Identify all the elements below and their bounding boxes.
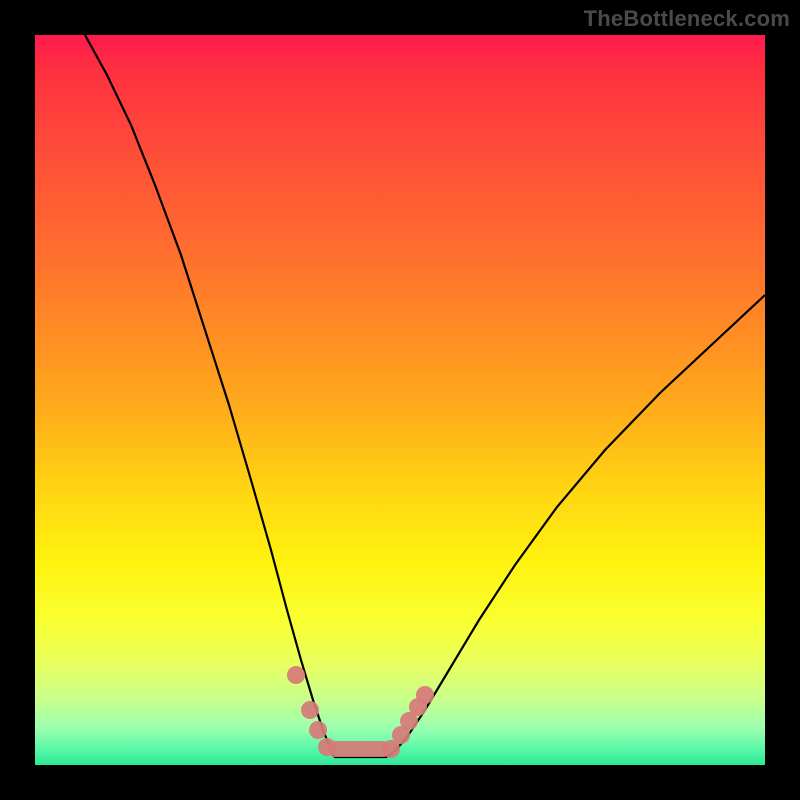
plot-area bbox=[35, 35, 765, 765]
marker-dot-8 bbox=[416, 686, 434, 704]
watermark-text: TheBottleneck.com bbox=[584, 6, 790, 32]
curve-left bbox=[85, 35, 334, 757]
marker-dot-0 bbox=[287, 666, 305, 684]
marker-dot-2 bbox=[309, 721, 327, 739]
marker-dot-3 bbox=[318, 738, 336, 756]
chart-frame: TheBottleneck.com bbox=[0, 0, 800, 800]
curves-svg bbox=[35, 35, 765, 765]
marker-flat-band bbox=[327, 741, 391, 757]
marker-dot-1 bbox=[301, 701, 319, 719]
curve-right bbox=[387, 295, 765, 757]
